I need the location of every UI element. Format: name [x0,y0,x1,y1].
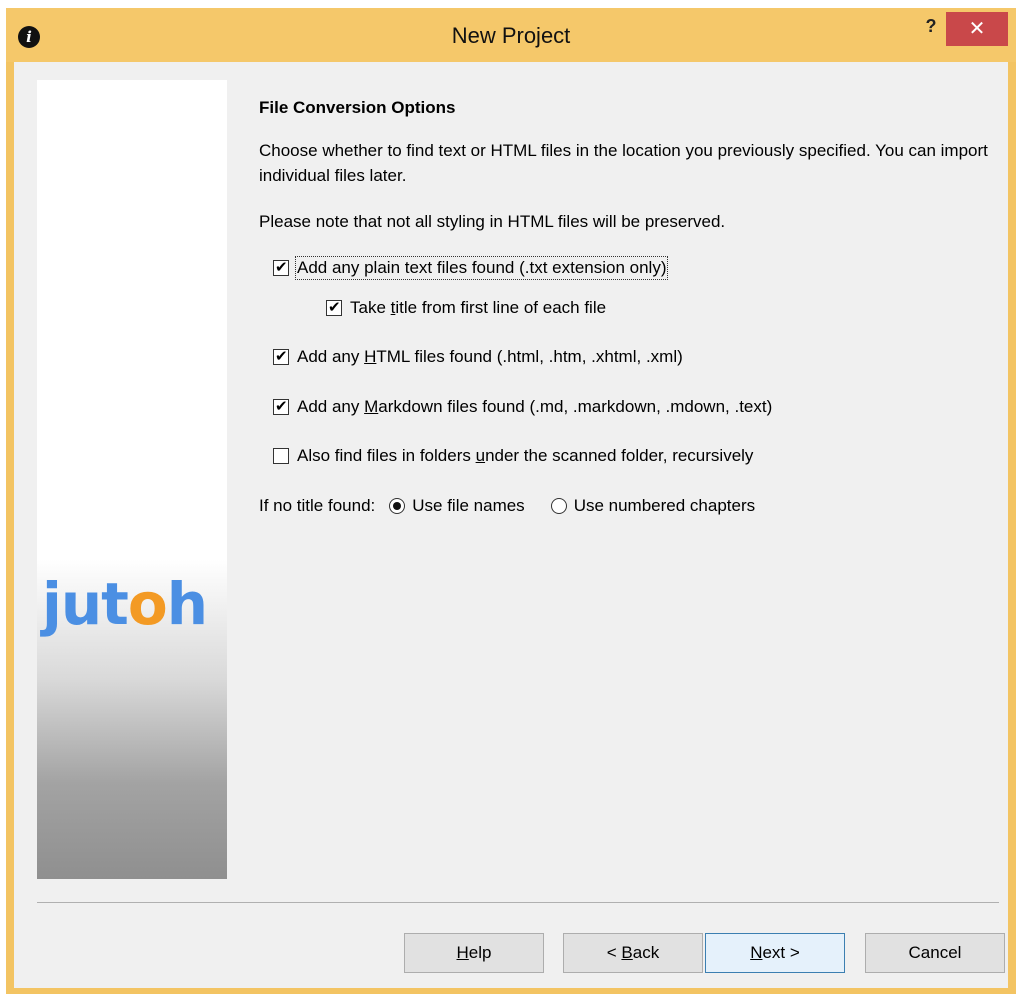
use-file-names-label[interactable]: Use file names [412,496,524,516]
checkbox-box[interactable] [326,298,342,316]
markdown-checkbox[interactable]: Add any Markdown files found (.md, .mark… [273,397,772,417]
title-bar[interactable]: i New Project ? ✕ [6,8,1016,62]
use-file-names-radio[interactable] [389,498,406,514]
intro-text: Choose whether to find text or HTML file… [259,141,988,185]
close-icon[interactable]: ✕ [946,12,1008,46]
checkbox-box[interactable] [273,258,289,276]
window-title: New Project [451,23,571,48]
checkbox-label: Also find files in folders under the sca… [297,446,754,465]
html-checkbox[interactable]: Add any HTML files found (.html, .htm, .… [273,347,683,367]
checkbox-label: Add any HTML files found (.html, .htm, .… [297,347,683,366]
page-heading: File Conversion Options [259,98,456,117]
plain-text-checkbox[interactable]: Add any plain text files found (.txt ext… [273,256,669,280]
take-title-checkbox[interactable]: Take title from first line of each file [326,298,606,318]
checkbox-label: Add any Markdown files found (.md, .mark… [297,397,773,416]
no-title-group: If no title found: Use file names Use nu… [259,496,755,516]
checkbox-box[interactable] [273,448,289,464]
use-numbered-chapters-label[interactable]: Use numbered chapters [574,496,755,516]
no-title-label: If no title found: [259,496,376,515]
help-icon[interactable]: ? [918,16,944,42]
back-button[interactable]: < Back [563,933,703,973]
recursive-checkbox[interactable]: Also find files in folders under the sca… [273,446,753,466]
cancel-button[interactable]: Cancel [865,933,1005,973]
sidebar-banner: jutoh [37,80,227,879]
dialog-body: jutoh File Conversion Options Choose whe… [14,62,1008,988]
jutoh-logo: jutoh [42,570,208,638]
footer-divider [37,902,999,903]
use-numbered-chapters-radio[interactable] [550,498,567,514]
new-project-dialog: i New Project ? ✕ jutoh File Conversion … [6,8,1016,994]
checkbox-box[interactable] [273,397,289,415]
checkbox-box[interactable] [273,347,289,365]
help-button[interactable]: Help [404,933,544,973]
checkbox-label: Add any plain text files found (.txt ext… [294,256,669,280]
note-text: Please note that not all styling in HTML… [259,212,726,231]
next-button[interactable]: Next > [705,933,845,973]
checkbox-label: Take title from first line of each file [350,298,607,317]
